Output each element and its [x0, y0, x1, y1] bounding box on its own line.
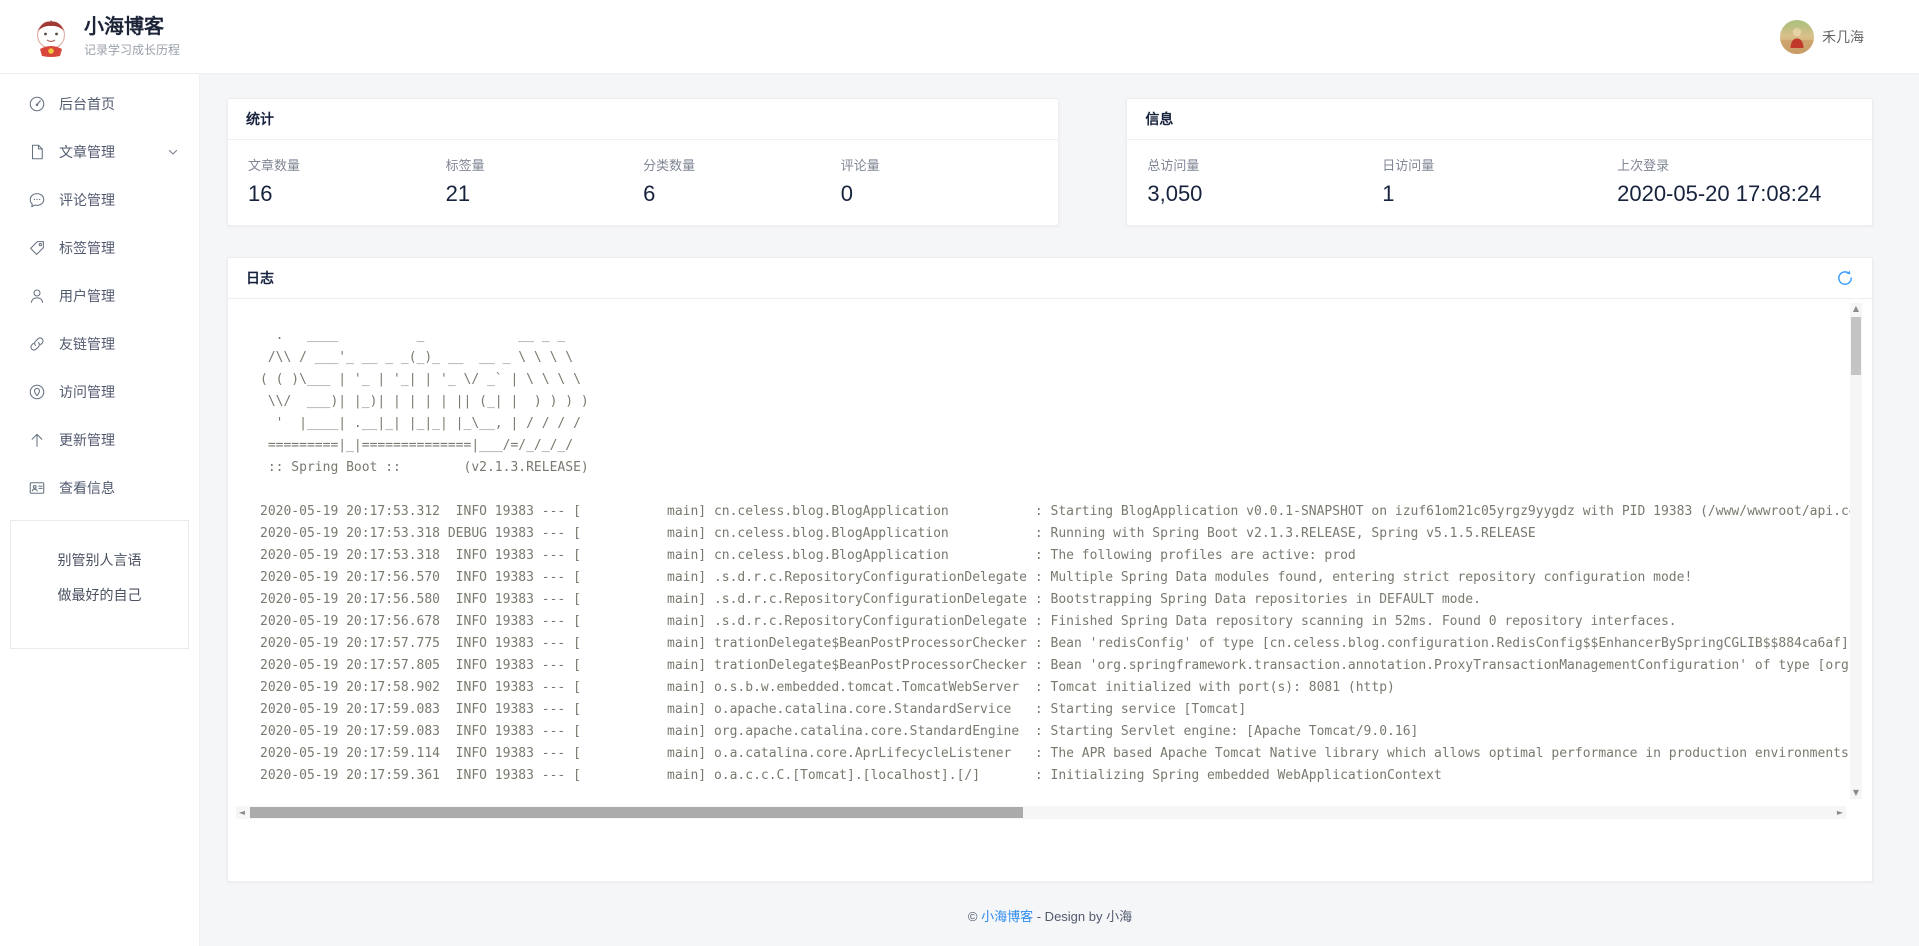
footer-author: 小海 — [1106, 909, 1132, 924]
sidebar-item-info[interactable]: 查看信息 — [0, 464, 199, 512]
visit-icon — [28, 383, 46, 401]
info-card-header: 信息 — [1127, 99, 1872, 140]
sidebar-item-dashboard[interactable]: 后台首页 — [0, 80, 199, 128]
user-icon — [28, 287, 46, 305]
sidebar-item-visits[interactable]: 访问管理 — [0, 368, 199, 416]
sidebar-item-label: 评论管理 — [59, 190, 115, 210]
horizontal-scrollbar[interactable]: ◄ ► — [236, 806, 1846, 819]
metric-daily-visits: 日访问量 1 — [1382, 155, 1617, 207]
info-card-body: 总访问量 3,050 日访问量 1 上次登录 2020-05-20 17:08:… — [1127, 140, 1872, 225]
metric-label: 总访问量 — [1147, 155, 1382, 174]
sidebar-item-label: 友链管理 — [59, 334, 115, 354]
comment-icon — [28, 191, 46, 209]
header-user-menu[interactable]: 禾几海 — [1780, 20, 1864, 54]
sidebar-item-label: 查看信息 — [59, 478, 115, 498]
footer-separator: - Design by — [1037, 909, 1103, 924]
metric-label: 上次登录 — [1617, 155, 1852, 174]
metric-value: 0 — [841, 181, 1039, 207]
avatar-illustration-icon — [1780, 20, 1814, 54]
app-header: 小海博客 记录学习成长历程 禾几海 — [0, 0, 1919, 74]
log-viewer: . ____ _ __ _ _ /\\ / ___'_ __ _ _(_)_ _… — [236, 299, 1862, 819]
refresh-icon[interactable] — [1836, 269, 1854, 287]
page-footer: © 小海博客 - Design by 小海 — [227, 906, 1873, 925]
info-card-title: 信息 — [1145, 109, 1173, 129]
metric-tags: 标签量 21 — [446, 155, 644, 207]
metric-categories: 分类数量 6 — [643, 155, 841, 207]
sidebar-item-links[interactable]: 友链管理 — [0, 320, 199, 368]
log-lines: 2020-05-19 20:17:53.312 INFO 19383 --- [… — [236, 479, 1862, 787]
article-icon — [28, 143, 46, 161]
stats-card: 统计 文章数量 16 标签量 21 分类数量 6 — [227, 98, 1059, 226]
sidebar-item-users[interactable]: 用户管理 — [0, 272, 199, 320]
stats-card-title: 统计 — [246, 109, 274, 129]
sidebar-item-comments[interactable]: 评论管理 — [0, 176, 199, 224]
chevron-down-icon[interactable] — [167, 146, 179, 158]
copyright-symbol: © — [968, 909, 978, 924]
motto-line-2: 做最好的自己 — [11, 584, 188, 606]
logo-wrap: 小海博客 记录学习成长历程 — [30, 15, 180, 58]
metric-label: 日访问量 — [1382, 155, 1617, 174]
motto-line-1: 别管别人言语 — [11, 549, 188, 571]
horizontal-scroll-thumb[interactable] — [250, 807, 1023, 818]
id-card-icon — [28, 479, 46, 497]
sidebar-item-tags[interactable]: 标签管理 — [0, 224, 199, 272]
metric-value: 1 — [1382, 181, 1617, 207]
scroll-up-arrow[interactable]: ▲ — [1850, 303, 1862, 315]
site-subtitle: 记录学习成长历程 — [84, 41, 180, 58]
arrow-up-icon — [28, 431, 46, 449]
log-card: 日志 . ____ _ __ _ _ /\\ / ___'_ __ _ _(_)… — [227, 257, 1873, 882]
metric-label: 评论量 — [841, 155, 1039, 174]
sidebar-item-label: 访问管理 — [59, 382, 115, 402]
user-name: 禾几海 — [1822, 27, 1864, 47]
link-icon — [28, 335, 46, 353]
sidebar: 后台首页 文章管理 评论管理 标签管理 用 — [0, 74, 200, 946]
footer-site-link[interactable]: 小海博客 — [981, 909, 1033, 924]
sidebar-item-label: 更新管理 — [59, 430, 115, 450]
sidebar-item-label: 文章管理 — [59, 142, 115, 162]
tag-icon — [28, 239, 46, 257]
spring-boot-banner: . ____ _ __ _ _ /\\ / ___'_ __ _ _(_)_ _… — [236, 299, 1862, 479]
stats-card-body: 文章数量 16 标签量 21 分类数量 6 评论量 0 — [228, 140, 1058, 225]
site-title: 小海博客 — [84, 15, 180, 39]
metric-label: 标签量 — [446, 155, 644, 174]
metric-value: 21 — [446, 181, 644, 207]
scroll-down-arrow[interactable]: ▼ — [1850, 787, 1862, 799]
dashboard-icon — [28, 95, 46, 113]
metric-value: 6 — [643, 181, 841, 207]
user-avatar[interactable] — [1780, 20, 1814, 54]
log-card-title: 日志 — [246, 268, 274, 288]
info-card: 信息 总访问量 3,050 日访问量 1 上次登录 2020-05-20 17:… — [1126, 98, 1873, 226]
metric-value: 2020-05-20 17:08:24 — [1617, 181, 1852, 207]
sidebar-item-label: 标签管理 — [59, 238, 115, 258]
metric-label: 文章数量 — [248, 155, 446, 174]
vertical-scrollbar[interactable]: ▲ ▼ — [1850, 303, 1862, 799]
site-logo-icon — [30, 16, 72, 58]
stats-card-header: 统计 — [228, 99, 1058, 140]
sidebar-item-label: 用户管理 — [59, 286, 115, 306]
scroll-right-arrow[interactable]: ► — [1834, 806, 1846, 819]
main-content: 统计 文章数量 16 标签量 21 分类数量 6 — [200, 74, 1919, 946]
vertical-scroll-thumb[interactable] — [1851, 317, 1861, 375]
sidebar-motto-box: 别管别人言语 做最好的自己 — [10, 520, 189, 649]
sidebar-item-updates[interactable]: 更新管理 — [0, 416, 199, 464]
metric-comments: 评论量 0 — [841, 155, 1039, 207]
metric-value: 3,050 — [1147, 181, 1382, 207]
metric-total-visits: 总访问量 3,050 — [1147, 155, 1382, 207]
metric-articles: 文章数量 16 — [248, 155, 446, 207]
metric-last-login: 上次登录 2020-05-20 17:08:24 — [1617, 155, 1852, 207]
metric-label: 分类数量 — [643, 155, 841, 174]
sidebar-item-articles[interactable]: 文章管理 — [0, 128, 199, 176]
metric-value: 16 — [248, 181, 446, 207]
title-block: 小海博客 记录学习成长历程 — [84, 15, 180, 58]
sidebar-item-label: 后台首页 — [59, 94, 115, 114]
log-card-header: 日志 — [228, 258, 1872, 299]
scroll-left-arrow[interactable]: ◄ — [236, 806, 248, 819]
log-card-bottom-padding — [228, 819, 1872, 881]
